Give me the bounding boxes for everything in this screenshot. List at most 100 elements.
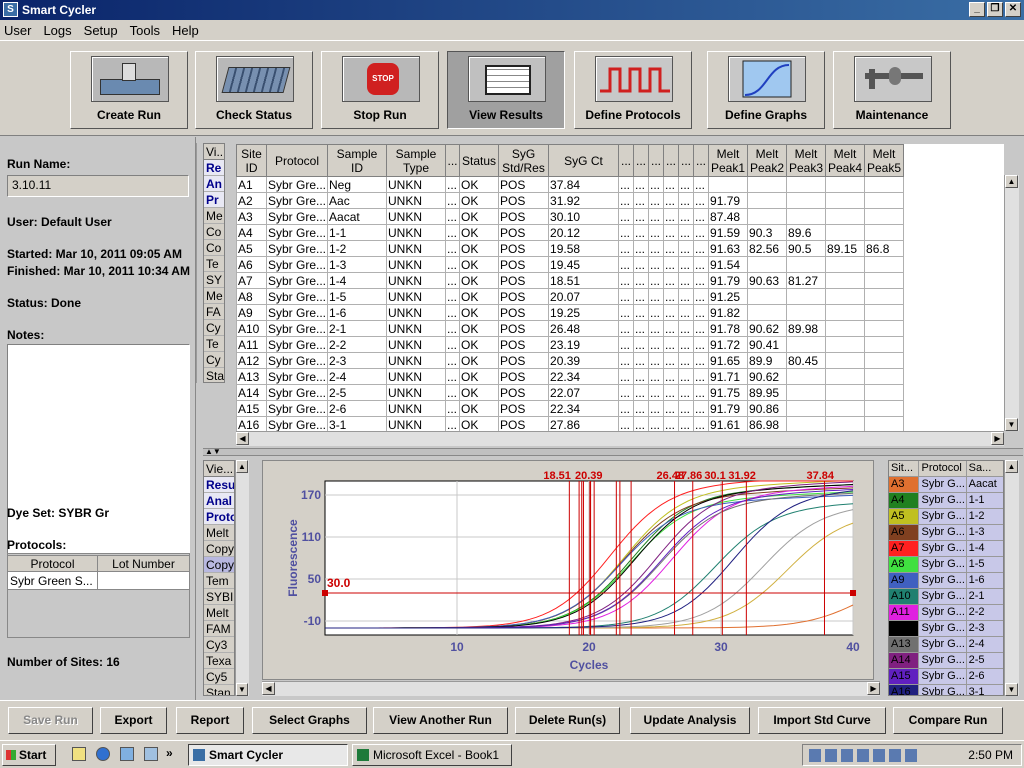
table-cell[interactable]: Sybr Gre... bbox=[265, 384, 329, 401]
legend-row[interactable]: A15 Sybr G... 2-6 bbox=[889, 669, 1003, 685]
media-icon[interactable] bbox=[144, 747, 158, 761]
scroll-right-icon[interactable]: ▶ bbox=[991, 432, 1004, 445]
protocol-cell[interactable]: Sybr Green S... bbox=[7, 571, 98, 590]
table-cell[interactable]: 91.75 bbox=[708, 384, 749, 401]
table-cell[interactable] bbox=[864, 416, 905, 432]
table-cell[interactable] bbox=[825, 256, 866, 273]
scroll-right-icon[interactable]: ▶ bbox=[867, 682, 880, 695]
lot-number-cell[interactable] bbox=[97, 571, 190, 590]
table-cell[interactable]: ... bbox=[678, 208, 695, 225]
table-cell[interactable]: UNKN bbox=[386, 336, 447, 353]
tray-icons[interactable] bbox=[809, 749, 919, 762]
save-run-button[interactable]: Save Run bbox=[8, 707, 93, 734]
results-col-header[interactable]: SyG Std/Res bbox=[498, 144, 550, 177]
chart-horizontal-scrollbar[interactable]: ◀ ▶ bbox=[262, 681, 880, 696]
table-cell[interactable]: A10 bbox=[236, 320, 267, 337]
table-cell[interactable]: OK bbox=[459, 272, 500, 289]
view-item[interactable]: Melt bbox=[204, 605, 234, 621]
table-cell[interactable]: ... bbox=[678, 320, 695, 337]
table-cell[interactable]: POS bbox=[498, 176, 550, 193]
table-cell[interactable]: 20.07 bbox=[548, 288, 620, 305]
legend-row[interactable]: A4 Sybr G... 1-1 bbox=[889, 493, 1003, 509]
results-col-header[interactable]: Melt Peak4 bbox=[825, 144, 866, 177]
legend-site-swatch[interactable]: A9 bbox=[889, 573, 919, 588]
table-cell[interactable] bbox=[864, 400, 905, 417]
table-cell[interactable] bbox=[825, 304, 866, 321]
table-cell[interactable]: 90.63 bbox=[747, 272, 788, 289]
table-cell[interactable] bbox=[825, 176, 866, 193]
table-cell[interactable]: ... bbox=[663, 272, 680, 289]
results-col-header[interactable]: ... bbox=[445, 144, 461, 177]
table-cell[interactable]: 37.84 bbox=[548, 176, 620, 193]
table-cell[interactable]: A9 bbox=[236, 304, 267, 321]
table-cell[interactable]: ... bbox=[618, 208, 635, 225]
table-cell[interactable]: ... bbox=[678, 240, 695, 257]
table-cell[interactable]: ... bbox=[693, 224, 710, 241]
table-cell[interactable]: ... bbox=[445, 240, 461, 257]
table-cell[interactable]: POS bbox=[498, 272, 550, 289]
table-cell[interactable]: UNKN bbox=[386, 368, 447, 385]
view-item[interactable]: Copy bbox=[204, 557, 234, 573]
view-item[interactable]: Re bbox=[204, 160, 224, 176]
table-cell[interactable]: ... bbox=[618, 304, 635, 321]
table-cell[interactable]: ... bbox=[648, 240, 665, 257]
menu-setup[interactable]: Setup bbox=[84, 23, 118, 38]
table-cell[interactable]: ... bbox=[663, 400, 680, 417]
table-cell[interactable]: 2-2 bbox=[327, 336, 388, 353]
results-col-header[interactable]: Sample Type bbox=[386, 144, 447, 177]
results-col-header[interactable]: SyG Ct bbox=[548, 144, 620, 177]
table-cell[interactable]: 90.62 bbox=[747, 368, 788, 385]
table-cell[interactable]: 89.98 bbox=[786, 320, 827, 337]
legend-site-swatch[interactable]: A15 bbox=[889, 669, 919, 684]
table-row[interactable]: A5 Sybr Gre... 1-2 UNKN... OK POS 19.58.......… bbox=[236, 240, 905, 257]
table-cell[interactable]: Sybr Gre... bbox=[265, 256, 329, 273]
table-cell[interactable]: ... bbox=[663, 192, 680, 209]
table-cell[interactable]: ... bbox=[633, 224, 650, 241]
ie-icon[interactable] bbox=[96, 747, 110, 761]
table-cell[interactable] bbox=[786, 400, 827, 417]
table-cell[interactable]: ... bbox=[648, 384, 665, 401]
table-cell[interactable]: OK bbox=[459, 208, 500, 225]
table-cell[interactable]: ... bbox=[445, 208, 461, 225]
table-cell[interactable]: 1-1 bbox=[327, 224, 388, 241]
table-cell[interactable] bbox=[864, 384, 905, 401]
table-cell[interactable]: 2-3 bbox=[327, 352, 388, 369]
scroll-down-icon[interactable]: ▼ bbox=[236, 683, 248, 696]
menu-user[interactable]: User bbox=[4, 23, 31, 38]
legend-row[interactable]: A8 Sybr G... 1-5 bbox=[889, 557, 1003, 573]
table-cell[interactable] bbox=[864, 272, 905, 289]
table-cell[interactable]: 91.72 bbox=[708, 336, 749, 353]
table-cell[interactable]: POS bbox=[498, 304, 550, 321]
table-cell[interactable]: POS bbox=[498, 384, 550, 401]
taskbar-smart-cycler[interactable]: Smart Cycler bbox=[188, 744, 348, 766]
table-cell[interactable]: ... bbox=[445, 416, 461, 432]
table-cell[interactable]: ... bbox=[445, 256, 461, 273]
table-cell[interactable]: 1-3 bbox=[327, 256, 388, 273]
table-cell[interactable] bbox=[786, 304, 827, 321]
scroll-up-icon[interactable]: ▲ bbox=[1005, 460, 1018, 473]
results-col-header[interactable]: ... bbox=[678, 144, 695, 177]
table-row[interactable]: A1 Sybr Gre... Neg UNKN... OK POS 37.84.......… bbox=[236, 176, 905, 193]
table-cell[interactable] bbox=[864, 176, 905, 193]
results-col-header[interactable]: ... bbox=[633, 144, 650, 177]
table-cell[interactable]: ... bbox=[663, 240, 680, 257]
results-col-header[interactable]: Site ID bbox=[236, 144, 267, 177]
table-cell[interactable]: ... bbox=[663, 208, 680, 225]
view-item[interactable]: SY bbox=[204, 272, 224, 288]
table-cell[interactable]: POS bbox=[498, 336, 550, 353]
view-item[interactable]: Proto bbox=[204, 509, 234, 525]
table-cell[interactable] bbox=[825, 400, 866, 417]
table-cell[interactable]: UNKN bbox=[386, 400, 447, 417]
table-cell[interactable]: ... bbox=[678, 352, 695, 369]
table-cell[interactable]: ... bbox=[445, 336, 461, 353]
table-cell[interactable] bbox=[825, 336, 866, 353]
table-cell[interactable]: ... bbox=[693, 272, 710, 289]
table-cell[interactable]: ... bbox=[618, 272, 635, 289]
table-cell[interactable]: ... bbox=[648, 176, 665, 193]
table-cell[interactable]: 91.25 bbox=[708, 288, 749, 305]
table-cell[interactable]: 22.34 bbox=[548, 400, 620, 417]
view-item[interactable]: Te bbox=[204, 336, 224, 352]
table-cell[interactable]: ... bbox=[663, 304, 680, 321]
table-cell[interactable] bbox=[786, 368, 827, 385]
view-item[interactable]: Pr bbox=[204, 192, 224, 208]
